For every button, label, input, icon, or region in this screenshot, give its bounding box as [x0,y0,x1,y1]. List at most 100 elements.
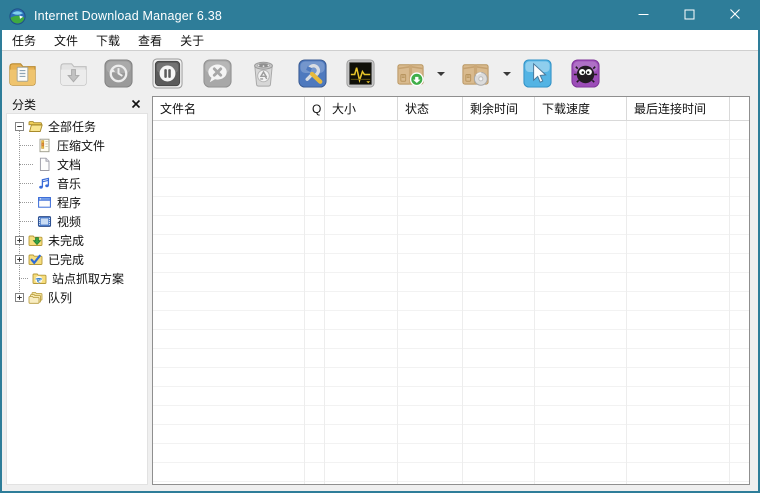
tree-item-站点抓取方案[interactable]: e 站点抓取方案 [7,269,147,288]
download-icon [58,58,89,89]
tree-connector [19,145,33,146]
column-header-6[interactable]: 最后连接时间 [627,97,730,120]
collapse-icon[interactable] [15,122,24,131]
svg-text:e: e [37,274,41,284]
grabber-button[interactable] [522,58,553,89]
tree-item-队列[interactable]: 队列 [7,288,147,307]
table-row-empty [153,387,749,406]
idm-logo-icon [9,7,26,25]
downloads-table: 文件名 Q 大小 状态 剩余时间 下载速度 最后连接时间 [152,96,750,485]
column-grid-line [304,121,305,484]
tree-connector [19,202,33,203]
tree-item-label: 程序 [57,196,82,210]
menu-item-4[interactable]: 关于 [171,30,213,50]
add-url-icon [7,58,38,89]
column-header-2[interactable]: 大小 [325,97,398,120]
tree-item-label: 未完成 [48,234,85,248]
grabber-icon [522,58,553,89]
stop-queue-button[interactable] [460,58,491,89]
tree-item-全部任务[interactable]: 全部任务 [7,117,147,136]
tree-item-label: 队列 [48,291,73,305]
tree-item-已完成[interactable]: 已完成 [7,250,147,269]
table-row-empty [153,235,749,254]
tree-item-程序[interactable]: 程序 [7,193,147,212]
table-row-empty [153,292,749,311]
close-panel-icon[interactable] [130,98,142,110]
column-header-4[interactable]: 剩余时间 [463,97,535,120]
menu-item-1[interactable]: 文件 [45,30,87,50]
start-queue-button[interactable] [395,58,426,89]
all-tasks-folder-icon [28,119,43,134]
menu-item-2[interactable]: 下载 [87,30,129,50]
add-url-button[interactable] [7,58,38,89]
options-button[interactable] [297,58,328,89]
video-file-icon [37,214,52,229]
table-row-empty [153,311,749,330]
tonec-mascot-icon [570,58,601,89]
table-row-empty [153,178,749,197]
menu-item-3[interactable]: 查看 [129,30,171,50]
scheduler-button[interactable] [345,58,376,89]
stop-queue-icon [460,58,491,89]
tonec-mascot-button[interactable] [570,58,601,89]
tree-item-压缩文件[interactable]: 压缩文件 [7,136,147,155]
close-icon [729,7,741,25]
expand-icon[interactable] [15,236,24,245]
maximize-button[interactable] [666,2,712,30]
menubar: 任务 文件 下载 查看 关于 [2,30,758,51]
tree-connector [19,221,33,222]
column-header-0[interactable]: 文件名 [153,97,305,120]
tree-connector [19,278,28,279]
minimize-button[interactable] [620,2,666,30]
category-tree-panel: 全部任务压缩文件文档音乐程序视频未完成已完成 e 站点抓取方案队列 [6,113,148,485]
maximize-icon [684,7,695,25]
titlebar: Internet Download Manager 6.38 [2,2,758,30]
column-header-5[interactable]: 下载速度 [535,97,627,120]
download-now-button[interactable] [58,58,89,89]
menu-item-0[interactable]: 任务 [3,30,45,50]
expand-icon[interactable] [15,293,24,302]
redownload-button[interactable] [103,58,134,89]
compressed-file-icon [37,138,52,153]
tree-item-视频[interactable]: 视频 [7,212,147,231]
stop-all-icon [202,58,233,89]
start-queue-dropdown-icon[interactable] [437,72,445,76]
table-row-empty [153,121,749,140]
column-header-3[interactable]: 状态 [398,97,463,120]
sidebar-header: 分类 [6,96,148,113]
column-grid-line [397,121,398,484]
tree-item-文档[interactable]: 文档 [7,155,147,174]
column-grid-line [626,121,627,484]
toolbar [2,51,758,96]
finished-folder-icon [28,252,43,267]
tree-connector [19,183,33,184]
tree-item-label: 音乐 [57,177,82,191]
column-header-1[interactable]: Q [305,97,325,120]
unfinished-folder-icon [28,233,43,248]
scheduler-icon [345,58,376,89]
expand-icon[interactable] [15,255,24,264]
stop-button[interactable] [152,58,183,89]
document-file-icon [37,157,52,172]
stop-icon [152,58,183,89]
minimize-icon [638,7,649,25]
table-row-empty [153,444,749,463]
stop-all-button[interactable] [202,58,233,89]
stop-queue-dropdown-icon[interactable] [503,72,511,76]
tree-item-未完成[interactable]: 未完成 [7,231,147,250]
close-button[interactable] [712,2,758,30]
tree-item-音乐[interactable]: 音乐 [7,174,147,193]
table-row-empty [153,197,749,216]
table-header-row: 文件名 Q 大小 状态 剩余时间 下载速度 最后连接时间 [153,97,749,121]
table-row-empty [153,216,749,235]
column-grid-line [534,121,535,484]
program-file-icon [37,195,52,210]
table-row-empty [153,330,749,349]
site-grabber-icon: e [32,271,47,286]
tree-item-label: 文档 [57,158,82,172]
idm-window: Internet Download Manager 6.38 任务 文件 下载 查看关… [0,0,760,493]
delete-button[interactable] [248,58,279,89]
table-row-empty [153,159,749,178]
tree-item-label: 压缩文件 [57,139,106,153]
table-body [153,121,749,484]
